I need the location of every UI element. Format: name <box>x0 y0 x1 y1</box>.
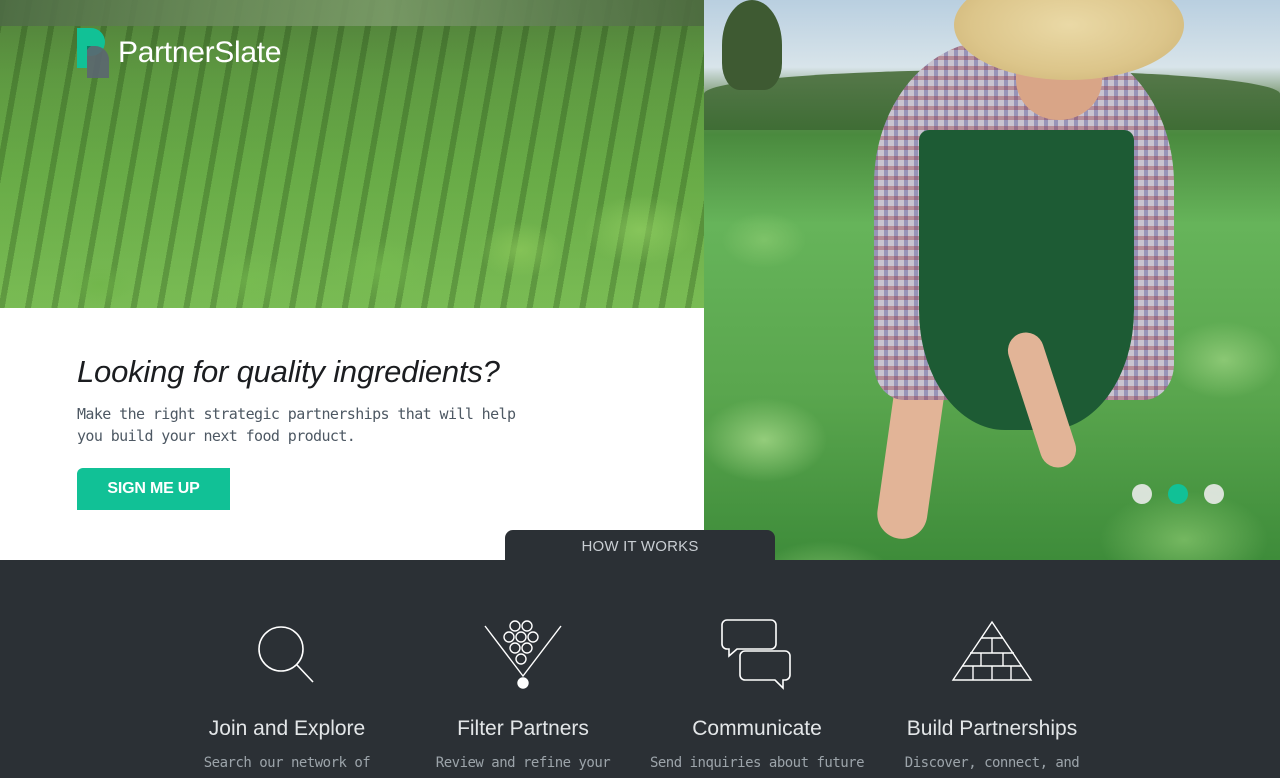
sign-me-up-button[interactable]: SIGN ME UP <box>77 468 230 510</box>
carousel-dot-2[interactable] <box>1168 484 1188 504</box>
hero-section: PartnerSlate Looking for quality ingredi… <box>0 0 1280 562</box>
how-it-works-section: Join and Explore Search our network of F… <box>0 560 1280 778</box>
pyramid-icon <box>951 618 1033 688</box>
hero-subtext: Make the right strategic partnerships th… <box>77 405 516 445</box>
step-desc: Review and refine your <box>435 755 611 771</box>
brand-logo[interactable]: PartnerSlate <box>77 28 281 78</box>
chat-bubbles-icon <box>721 618 793 694</box>
farmer-photo <box>704 0 1280 560</box>
step-desc: Discover, connect, and <box>904 755 1080 771</box>
carousel-dots <box>1132 484 1224 504</box>
step-title: Filter Partners <box>457 717 589 740</box>
hero-headline: Looking for quality ingredients? <box>77 354 500 389</box>
farm-strip <box>0 0 704 26</box>
step-desc: Send inquiries about future <box>649 755 865 771</box>
funnel-icon <box>483 618 563 694</box>
magnifier-icon <box>252 618 322 692</box>
tree <box>722 0 782 90</box>
how-it-works-tab[interactable]: HOW IT WORKS <box>505 530 775 562</box>
step-title: Communicate <box>692 717 822 740</box>
step-desc: Search our network of <box>203 755 371 771</box>
brand-name: PartnerSlate <box>118 36 282 69</box>
step-title: Build Partnerships <box>906 717 1078 740</box>
carousel-dot-1[interactable] <box>1132 484 1152 504</box>
partnerslate-logo-icon <box>77 28 109 78</box>
carousel-dot-3[interactable] <box>1204 484 1224 504</box>
step-title: Join and Explore <box>208 717 366 740</box>
intro-panel: Looking for quality ingredients? Make th… <box>0 308 704 560</box>
